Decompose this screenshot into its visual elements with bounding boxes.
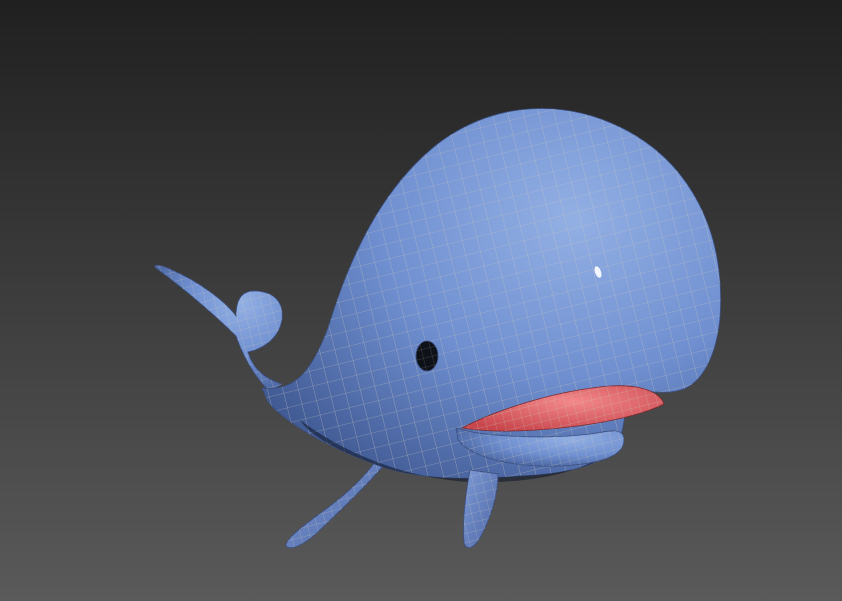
eye (415, 340, 439, 372)
3d-viewport[interactable] (0, 0, 842, 601)
whale-render (0, 0, 842, 601)
